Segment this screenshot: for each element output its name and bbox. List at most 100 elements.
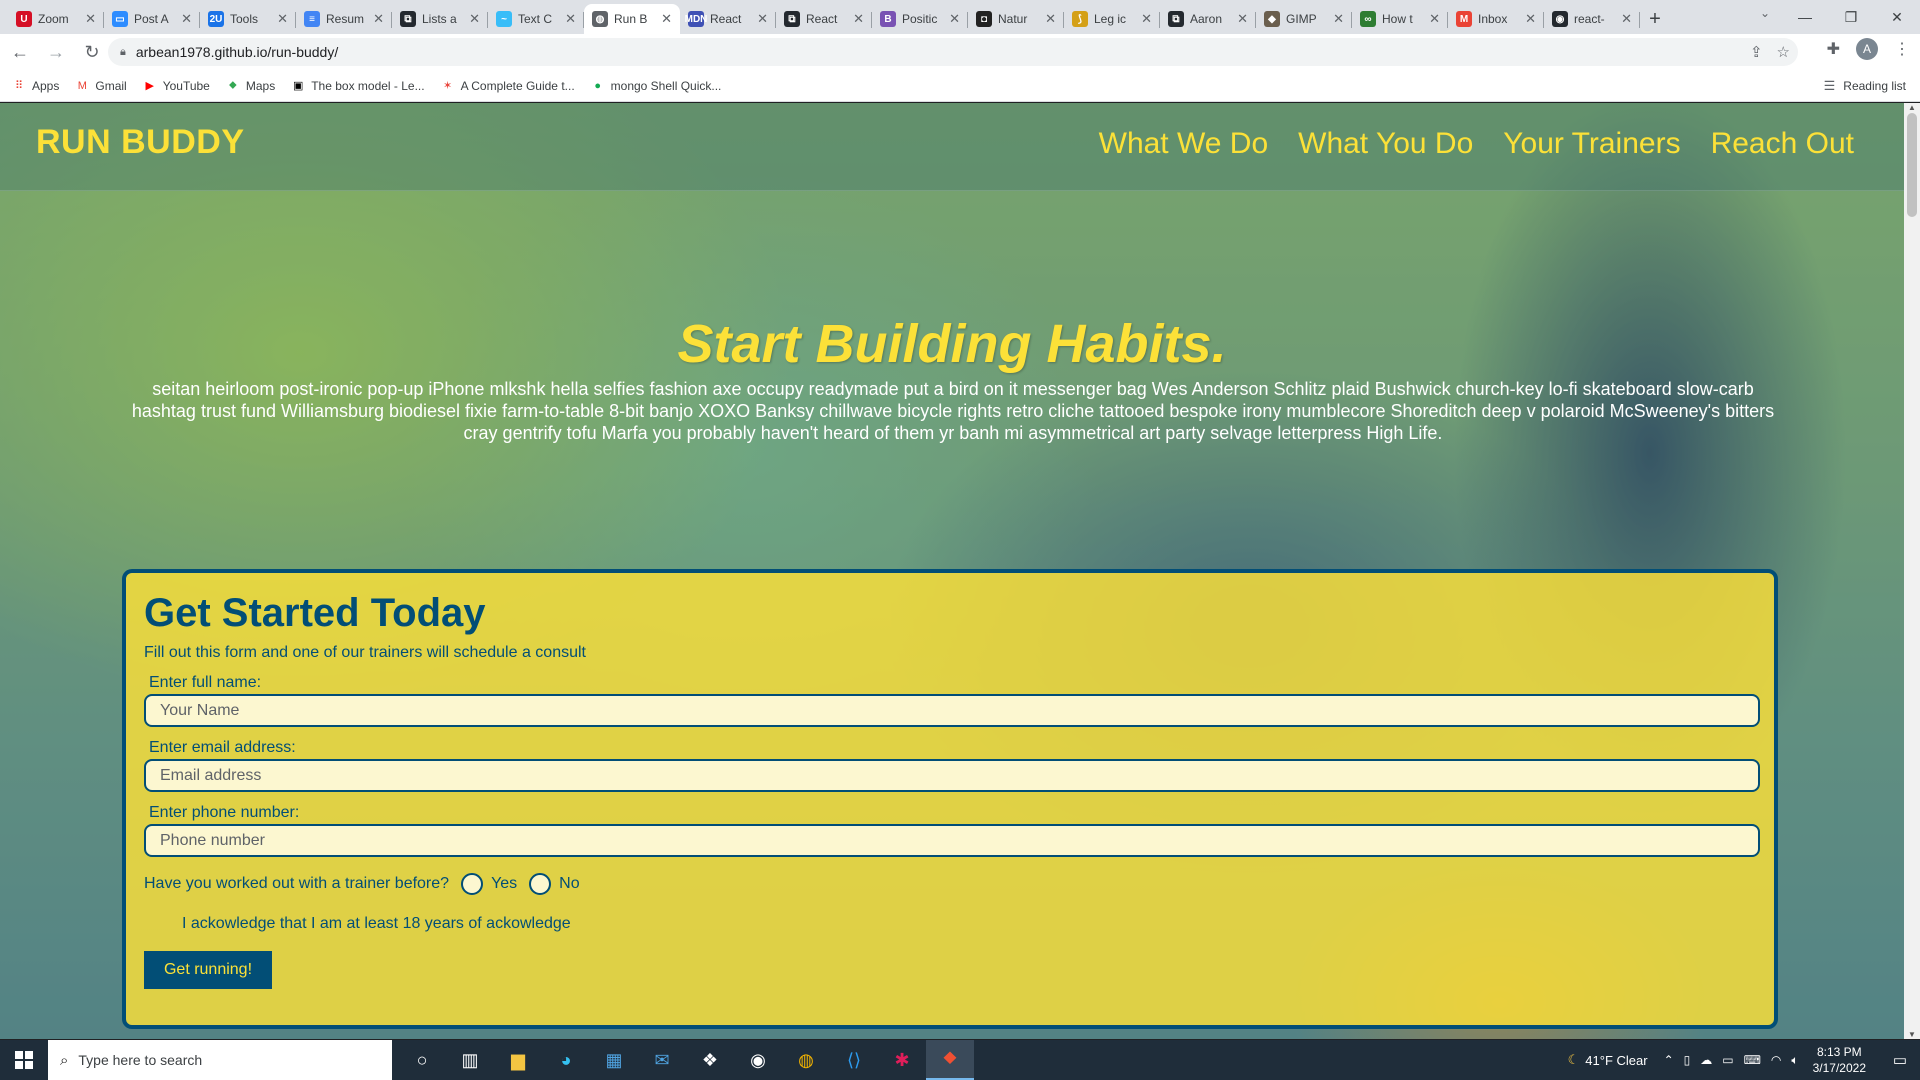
browser-tab[interactable]: M Inbox ✕: [1448, 4, 1544, 34]
browser-tab[interactable]: ~ Text C ✕: [488, 4, 584, 34]
notification-icon[interactable]: ▭: [1880, 1051, 1920, 1069]
menu-kebab-icon[interactable]: ⋮: [1894, 39, 1910, 59]
tab-close-icon[interactable]: ✕: [757, 11, 768, 27]
bookmark-item[interactable]: ⬥ Maps: [226, 79, 275, 93]
scroll-up-arrow-icon[interactable]: ▲: [1908, 103, 1916, 112]
battery-icon[interactable]: ▯: [1684, 1053, 1691, 1068]
browser-tab[interactable]: MDN React ✕: [680, 4, 776, 34]
tab-close-icon[interactable]: ✕: [565, 11, 576, 27]
browser-tab[interactable]: ◆ GIMP ✕: [1256, 4, 1352, 34]
forward-arrow-icon[interactable]: →: [40, 36, 72, 68]
tab-close-icon[interactable]: ✕: [949, 11, 960, 27]
profile-avatar[interactable]: A: [1856, 38, 1878, 60]
trainer-yes-radio[interactable]: [461, 873, 484, 895]
store-icon[interactable]: ▦: [590, 1040, 638, 1080]
tab-close-icon[interactable]: ✕: [853, 11, 864, 27]
tab-close-icon[interactable]: ✕: [1621, 11, 1632, 27]
browser-tab[interactable]: ▭ Post A ✕: [104, 4, 200, 34]
reload-icon[interactable]: ↻: [76, 36, 108, 68]
taskbar-search[interactable]: ⌕ Type here to search: [48, 1040, 392, 1080]
weather-widget[interactable]: ☾ 41°F Clear: [1568, 1052, 1648, 1068]
trainer-no-label[interactable]: No: [559, 875, 579, 893]
browser-tab[interactable]: ⧉ Lists a ✕: [392, 4, 488, 34]
github-desktop-icon[interactable]: ◉: [734, 1040, 782, 1080]
address-bar[interactable]: 🔒︎ arbean1978.github.io/run-buddy/ ⇪ ☆: [108, 38, 1798, 66]
minimize-icon[interactable]: —: [1782, 0, 1828, 34]
chrome-icon[interactable]: ◍: [782, 1040, 830, 1080]
file-explorer-icon[interactable]: ▆: [494, 1040, 542, 1080]
reading-list-button[interactable]: ☰ Reading list: [1824, 78, 1906, 94]
tab-close-icon[interactable]: ✕: [1525, 11, 1536, 27]
browser-tab[interactable]: ⧉ Aaron ✕: [1160, 4, 1256, 34]
browser-tab[interactable]: B Positic ✕: [872, 4, 968, 34]
lock-icon[interactable]: 🔒︎: [120, 46, 126, 59]
close-window-icon[interactable]: ✕: [1874, 0, 1920, 34]
nav-your-trainers[interactable]: Your Trainers: [1503, 127, 1680, 161]
tab-close-icon[interactable]: ✕: [1045, 11, 1056, 27]
restore-icon[interactable]: ❐: [1828, 0, 1874, 34]
bookmark-item[interactable]: ▶ YouTube: [143, 79, 209, 93]
nav-reach-out[interactable]: Reach Out: [1711, 127, 1854, 161]
trainer-yes-label[interactable]: Yes: [491, 875, 517, 893]
cortana-icon[interactable]: ○: [398, 1040, 446, 1080]
tab-close-icon[interactable]: ✕: [1429, 11, 1440, 27]
bookmark-item[interactable]: ✶ A Complete Guide t...: [441, 79, 575, 93]
cloud-icon[interactable]: ☁: [1700, 1053, 1712, 1068]
back-arrow-icon[interactable]: ←: [4, 36, 36, 68]
mail-icon[interactable]: ✉: [638, 1040, 686, 1080]
vscode-icon[interactable]: ⟨⟩: [830, 1040, 878, 1080]
wifi-icon[interactable]: ◠: [1771, 1053, 1781, 1068]
bookmark-item[interactable]: ● mongo Shell Quick...: [591, 79, 721, 93]
display-icon[interactable]: ▭: [1722, 1053, 1733, 1068]
tab-close-icon[interactable]: ✕: [1141, 11, 1152, 27]
nav-what-you-do[interactable]: What You Do: [1298, 127, 1473, 161]
bookmark-label: Apps: [32, 78, 60, 93]
dropbox-icon[interactable]: ❖: [686, 1040, 734, 1080]
browser-tab[interactable]: ◉ react- ✕: [1544, 4, 1640, 34]
tab-close-icon[interactable]: ✕: [469, 11, 480, 27]
browser-tab[interactable]: ◍ Run B ✕: [584, 4, 680, 34]
volume-icon[interactable]: 🔈︎: [1791, 1053, 1798, 1068]
tab-close-icon[interactable]: ✕: [277, 11, 288, 27]
browser-tab[interactable]: ∞ How t ✕: [1352, 4, 1448, 34]
tab-close-icon[interactable]: ✕: [373, 11, 384, 27]
browser-tab[interactable]: U Zoom ✕: [8, 4, 104, 34]
edge-icon[interactable]: ◕: [542, 1040, 590, 1080]
keyboard-icon[interactable]: ⌨: [1744, 1053, 1761, 1068]
tab-close-icon[interactable]: ✕: [1237, 11, 1248, 27]
get-running-button[interactable]: Get running!: [144, 951, 272, 989]
git-bash-icon[interactable]: ⯁: [926, 1040, 974, 1080]
nav-what-we-do[interactable]: What We Do: [1099, 127, 1269, 161]
phone-field[interactable]: [144, 824, 1760, 857]
acknowledge-row[interactable]: I ackowledge that I am at least 18 years…: [182, 915, 1756, 933]
start-button[interactable]: [0, 1040, 48, 1080]
share-icon[interactable]: ⇪: [1750, 43, 1763, 61]
bookmark-item[interactable]: ▣ The box model - Le...: [291, 79, 425, 93]
browser-tab[interactable]: 2U Tools ✕: [200, 4, 296, 34]
tab-search-chevron-icon[interactable]: ⌄: [1760, 6, 1770, 20]
tab-close-icon[interactable]: ✕: [181, 11, 192, 27]
task-view-icon[interactable]: ▥: [446, 1040, 494, 1080]
bookmark-item[interactable]: M Gmail: [75, 79, 127, 93]
name-field[interactable]: [144, 694, 1760, 727]
browser-tab[interactable]: ≡ Resum ✕: [296, 4, 392, 34]
slack-icon[interactable]: ✱: [878, 1040, 926, 1080]
tab-close-icon[interactable]: ✕: [661, 11, 672, 27]
tab-close-icon[interactable]: ✕: [85, 11, 96, 27]
tab-close-icon[interactable]: ✕: [1333, 11, 1344, 27]
browser-tab[interactable]: ⧉ React ✕: [776, 4, 872, 34]
trainer-no-radio[interactable]: [529, 873, 552, 895]
clock[interactable]: 8:13 PM 3/17/2022: [1813, 1044, 1866, 1076]
extensions-puzzle-icon[interactable]: ✚: [1827, 39, 1840, 59]
browser-tab[interactable]: ◘ Natur ✕: [968, 4, 1064, 34]
tray-chevron-icon[interactable]: ⌃: [1664, 1053, 1674, 1068]
site-logo[interactable]: RUN BUDDY: [36, 123, 245, 162]
browser-tab[interactable]: ⟆ Leg ic ✕: [1064, 4, 1160, 34]
email-field[interactable]: [144, 759, 1760, 792]
bookmark-star-icon[interactable]: ☆: [1777, 43, 1790, 61]
new-tab-button[interactable]: +: [1640, 4, 1670, 34]
scroll-down-arrow-icon[interactable]: ▼: [1908, 1030, 1916, 1039]
scrollbar-thumb[interactable]: [1907, 113, 1917, 217]
page-scrollbar[interactable]: ▲ ▼: [1904, 103, 1920, 1039]
bookmark-item[interactable]: ⠿ Apps: [12, 79, 59, 93]
